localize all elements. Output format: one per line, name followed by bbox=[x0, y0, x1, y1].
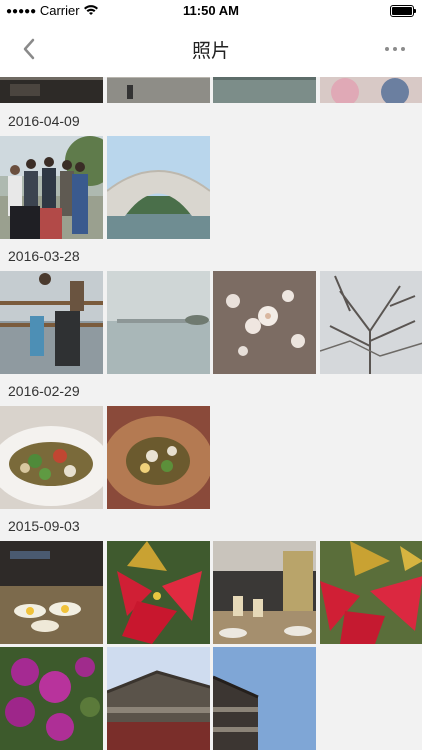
page-title: 照片 bbox=[191, 41, 230, 62]
photo-grid[interactable]: 2016-04-09 2016-03-28 2016-02-29 2015-09… bbox=[0, 77, 422, 750]
photo-thumbnail[interactable] bbox=[107, 77, 210, 103]
photo-row bbox=[0, 271, 422, 374]
photo-thumbnail[interactable] bbox=[0, 541, 103, 644]
more-button[interactable] bbox=[382, 36, 408, 62]
photo-thumbnail[interactable] bbox=[320, 541, 422, 644]
photo-thumbnail[interactable] bbox=[320, 271, 422, 374]
section-date: 2015-09-03 bbox=[8, 518, 80, 534]
more-icon bbox=[385, 47, 389, 51]
navigation-bar: 照片 bbox=[0, 22, 422, 77]
status-time: 11:50 AM bbox=[183, 3, 239, 18]
photo-row bbox=[0, 541, 422, 644]
photo-thumbnail[interactable] bbox=[0, 271, 103, 374]
photo-thumbnail[interactable] bbox=[107, 136, 210, 239]
photo-thumbnail[interactable] bbox=[0, 406, 103, 509]
section-date: 2016-04-09 bbox=[8, 113, 80, 129]
photo-thumbnail[interactable] bbox=[107, 271, 210, 374]
section-date: 2016-03-28 bbox=[8, 248, 80, 264]
photo-thumbnail[interactable] bbox=[107, 541, 210, 644]
photo-thumbnail[interactable] bbox=[213, 77, 316, 103]
photo-thumbnail[interactable] bbox=[0, 77, 103, 103]
photo-thumbnail[interactable] bbox=[0, 136, 103, 239]
photo-row bbox=[0, 77, 422, 103]
photo-thumbnail[interactable] bbox=[107, 406, 210, 509]
photo-thumbnail[interactable] bbox=[0, 647, 103, 750]
photo-thumbnail[interactable] bbox=[320, 77, 422, 103]
status-bar: ●●●●● Carrier 11:50 AM bbox=[0, 0, 422, 22]
photo-thumbnail[interactable] bbox=[213, 541, 316, 644]
photo-row bbox=[0, 647, 422, 750]
photo-row bbox=[0, 406, 422, 509]
photo-thumbnail[interactable] bbox=[213, 271, 316, 374]
photo-thumbnail[interactable] bbox=[213, 647, 316, 750]
photo-thumbnail[interactable] bbox=[107, 647, 210, 750]
battery-icon bbox=[390, 5, 416, 17]
photo-row bbox=[0, 136, 422, 239]
section-date: 2016-02-29 bbox=[8, 383, 80, 399]
